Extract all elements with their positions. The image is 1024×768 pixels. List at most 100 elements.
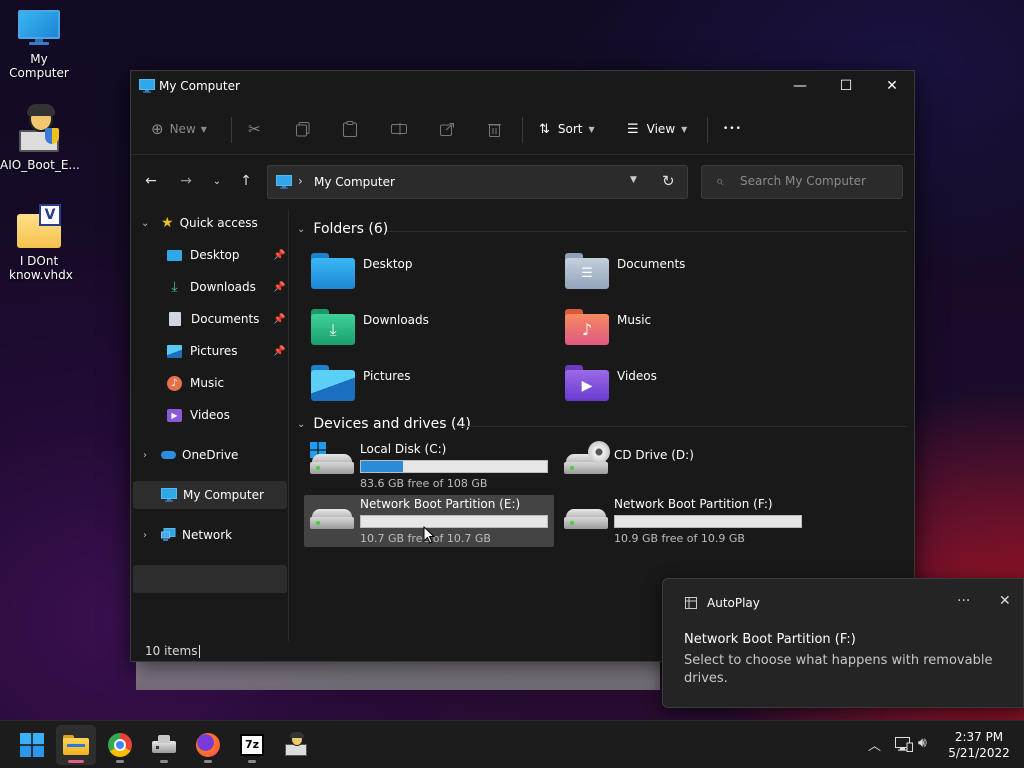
new-button[interactable]: ⊕ New ▼ [151, 115, 207, 143]
sidebar-item-pictures[interactable]: Pictures 📌 [167, 337, 287, 365]
address-history-dropdown[interactable]: ▼ [630, 175, 637, 185]
share-button[interactable] [440, 115, 455, 143]
desktop-icon-aio-boot[interactable]: AIO_Boot_E... [0, 104, 80, 172]
taskbar-chrome[interactable] [100, 725, 140, 765]
drive-name: Local Disk (C:) [360, 442, 447, 456]
start-button[interactable] [12, 725, 52, 765]
folder-tile-documents[interactable]: ☰ Documents [565, 249, 815, 297]
collapse-chevron-icon[interactable]: ⌄ [297, 224, 305, 235]
drives-group-header[interactable]: ⌄ Devices and drives (4) [297, 416, 471, 432]
monitor-icon [18, 10, 60, 45]
pin-icon[interactable]: 📌 [273, 282, 285, 293]
star-icon: ★ [161, 215, 174, 231]
notification-close-button[interactable]: ✕ [999, 593, 1011, 609]
drive-tile-cd-d[interactable]: CD Drive (D:) [558, 440, 808, 492]
address-bar[interactable]: › My Computer ▼ ↻ [267, 165, 688, 199]
expand-chevron-icon[interactable]: › [143, 530, 147, 541]
command-bar: ⊕ New ▼ ✂ ⇅ Sort ▼ ☰ View ▼ ••• [131, 103, 914, 155]
sidebar-item-label: OneDrive [182, 448, 239, 462]
volume-icon[interactable]: 🔊︎ [918, 735, 927, 751]
title-bar[interactable]: My Computer — ☐ ✕ [131, 71, 914, 103]
cut-button[interactable]: ✂ [248, 115, 261, 143]
search-box[interactable]: ⌕ [701, 165, 903, 199]
maximize-button[interactable]: ☐ [823, 71, 869, 101]
folder-tile-downloads[interactable]: ⤓ Downloads [311, 305, 561, 353]
sidebar-item-desktop[interactable]: Desktop 📌 [167, 241, 287, 269]
taskbar-disk-app[interactable] [144, 725, 184, 765]
drive-usage-bar [360, 515, 548, 528]
toolbar-separator [707, 117, 708, 143]
up-button[interactable]: ↑ [232, 167, 260, 195]
forward-button[interactable]: → [172, 167, 200, 195]
sidebar-item-my-computer[interactable] [133, 565, 287, 593]
breadcrumb-chevron-icon: › [298, 174, 303, 188]
address-path[interactable]: My Computer [314, 175, 395, 189]
plus-circle-icon: ⊕ [151, 120, 164, 138]
sidebar-item-downloads[interactable]: ⤓ Downloads 📌 [167, 273, 287, 301]
taskbar-7zip[interactable]: 7z [232, 725, 272, 765]
refresh-icon[interactable]: ↻ [662, 172, 675, 190]
cloud-icon [161, 451, 176, 459]
sidebar-item-music[interactable]: ♪ Music [167, 369, 287, 397]
sidebar-item-quick-access[interactable]: ★ Quick access [161, 209, 287, 237]
drive-usage-bar [614, 515, 802, 528]
autoplay-notification[interactable]: AutoPlay ··· ✕ Network Boot Partition (F… [662, 578, 1024, 708]
expand-chevron-icon[interactable]: ⌄ [141, 218, 149, 229]
delete-button[interactable] [488, 115, 501, 143]
clock-time: 2:37 PM [954, 730, 1004, 744]
search-input[interactable] [740, 174, 895, 188]
network-status-icon[interactable] [895, 737, 913, 752]
drive-tile-network-boot-f[interactable]: Network Boot Partition (F:) 10.9 GB free… [558, 495, 808, 547]
rename-button[interactable] [391, 115, 407, 143]
disk-tool-icon [152, 735, 176, 755]
system-clock[interactable]: 2:37 PM 5/21/2022 [946, 729, 1012, 761]
chevron-down-icon: ▼ [588, 124, 595, 134]
removable-drive-icon [564, 509, 608, 531]
vhdx-file-icon: V [15, 202, 63, 250]
sort-button[interactable]: ⇅ Sort ▼ [539, 115, 595, 143]
folder-tile-videos[interactable]: ▶ Videos [565, 361, 815, 409]
desktop-icon-my-computer[interactable]: My Computer [0, 10, 78, 80]
close-button[interactable]: ✕ [869, 71, 915, 101]
notification-message: Select to choose what happens with remov… [684, 653, 993, 686]
drive-tile-local-disk-c[interactable]: Local Disk (C:) 83.6 GB free of 108 GB [304, 440, 554, 492]
copy-button[interactable] [296, 115, 310, 143]
pin-icon[interactable]: 📌 [273, 346, 285, 357]
recent-locations-button[interactable]: ⌄ [203, 167, 231, 195]
more-options-button[interactable]: ••• [723, 115, 742, 143]
folder-tile-pictures[interactable]: Pictures [311, 361, 561, 409]
sidebar-item-videos[interactable]: ▶ Videos [167, 401, 287, 429]
paste-button[interactable] [343, 115, 357, 143]
close-icon: ✕ [886, 78, 898, 94]
collapse-chevron-icon[interactable]: ⌄ [297, 419, 305, 430]
minimize-button[interactable]: — [777, 71, 823, 101]
sidebar-item-onedrive[interactable]: OneDrive [161, 441, 287, 469]
sidebar-item-label: Documents [191, 312, 260, 326]
notification-more-button[interactable]: ··· [957, 593, 970, 609]
sidebar-item-my-computer[interactable]: My Computer [133, 481, 287, 509]
expand-chevron-icon[interactable]: › [143, 450, 147, 461]
folder-tile-music[interactable]: ♪ Music [565, 305, 815, 353]
taskbar-file-explorer[interactable] [56, 725, 96, 765]
folder-tile-desktop[interactable]: Desktop [311, 249, 561, 297]
pin-icon[interactable]: 📌 [273, 250, 285, 261]
show-hidden-icons-button[interactable]: ︿ [868, 735, 881, 754]
sidebar-item-label: Videos [190, 408, 230, 422]
network-icon [161, 528, 176, 541]
folders-group-header[interactable]: ⌄ Folders (6) [297, 221, 388, 237]
desktop-icon-vhdx[interactable]: V I DOnt know.vhdx [0, 202, 78, 282]
music-note-icon: ♪ [167, 375, 182, 391]
pin-icon[interactable]: 📌 [273, 314, 285, 325]
view-list-icon: ☰ [627, 121, 639, 137]
view-button[interactable]: ☰ View ▼ [627, 115, 687, 143]
videos-folder-icon: ▶ [565, 365, 609, 401]
7zip-label: 7z [244, 738, 260, 751]
taskbar-aio-boot[interactable] [276, 725, 316, 765]
drive-tile-network-boot-e[interactable]: Network Boot Partition (E:) 10.7 GB free… [304, 495, 554, 547]
sidebar-item-documents[interactable]: Documents 📌 [167, 305, 287, 333]
status-divider [199, 645, 200, 658]
minimize-icon: — [793, 78, 807, 94]
taskbar-firefox[interactable] [188, 725, 228, 765]
back-button[interactable]: ← [137, 167, 165, 195]
sidebar-item-network[interactable]: Network [161, 521, 287, 549]
